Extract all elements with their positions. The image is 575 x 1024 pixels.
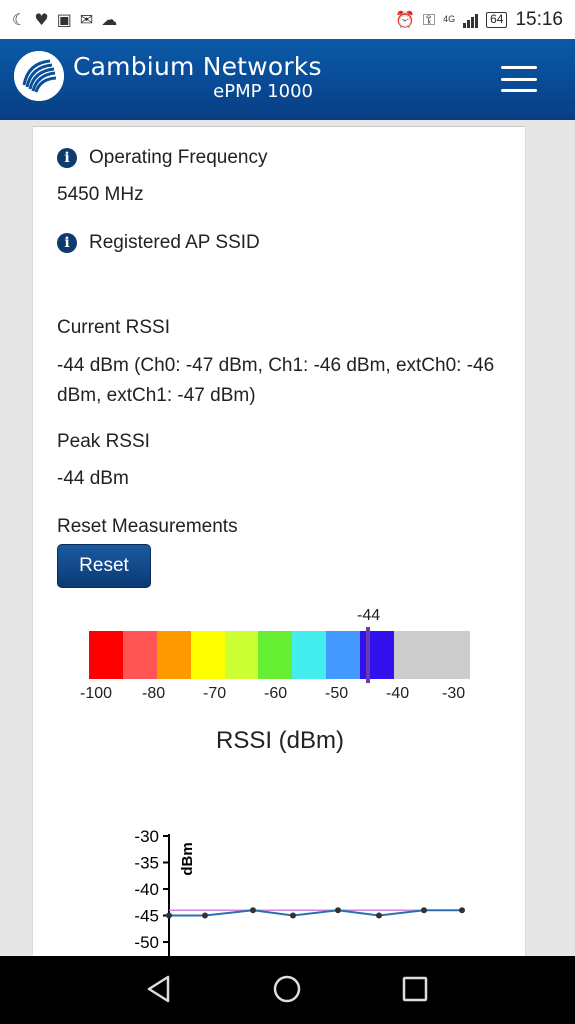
chart-y-tick-label: -35	[134, 854, 159, 873]
android-nav-bar	[0, 956, 575, 1024]
chart-y-axis-label: dBm	[179, 842, 196, 875]
rssi-tick-label: -80	[142, 685, 166, 702]
operating-frequency-label: Operating Frequency	[89, 147, 268, 168]
rssi-meter-segment	[190, 631, 225, 679]
recents-icon[interactable]	[402, 974, 428, 1004]
chart-data-point	[421, 907, 427, 914]
reset-button[interactable]: Reset	[57, 544, 151, 588]
signal-icon	[463, 12, 479, 28]
current-rssi-value: -44 dBm (Ch0: -47 dBm, Ch1: -46 dBm, ext…	[57, 355, 495, 406]
back-icon[interactable]	[146, 974, 172, 1004]
rssi-tick-label: -70	[203, 685, 227, 702]
info-icon[interactable]: i	[57, 233, 77, 253]
brand-name: Cambium Networks	[73, 52, 322, 81]
status-bar: ☾ ♥ ▣ ✉ ☁ ⏰ ⚿ 4G 64 15:16	[0, 0, 575, 39]
chart-y-tick-label: -30	[134, 827, 159, 846]
rssi-tick-label: -100	[80, 685, 113, 702]
chart-data-point	[290, 912, 296, 919]
moon-icon: ☾	[12, 9, 27, 29]
chart-data-point	[250, 907, 256, 914]
mail-icon: ✉	[79, 9, 94, 29]
chart-y-tick-label: -50	[134, 933, 159, 952]
operating-frequency-value: 5450 MHz	[57, 184, 144, 205]
rssi-meter-empty	[393, 631, 470, 679]
device-model: ePMP 1000	[213, 81, 313, 102]
operating-frequency-label-row: i Operating Frequency	[57, 147, 268, 169]
rssi-meter-marker	[366, 627, 370, 683]
hamburger-menu-icon[interactable]	[501, 66, 537, 92]
chart-data-point	[335, 907, 341, 914]
photo-icon: ▣	[56, 9, 72, 29]
clock: 15:16	[515, 8, 563, 30]
rssi-tick-label: -60	[264, 685, 288, 702]
chart-data-point	[376, 912, 382, 919]
key-icon: ⚿	[422, 9, 436, 29]
rssi-meter-segment	[224, 631, 259, 679]
chart-y-tick-label: -40	[134, 880, 159, 899]
cloud-icon: ☁	[101, 9, 118, 29]
rssi-meter-segment	[156, 631, 191, 679]
rssi-meter-segment	[326, 631, 360, 679]
status-right-icons: ⏰ ⚿ 4G 64 15:16	[395, 9, 563, 31]
heart-rate-icon: ♥	[34, 9, 49, 29]
current-rssi-label: Current RSSI	[57, 317, 170, 338]
peak-rssi-label: Peak RSSI	[57, 431, 150, 452]
registered-ap-ssid-label: Registered AP SSID	[89, 232, 260, 253]
rssi-meter-segment	[258, 631, 293, 679]
alarm-icon: ⏰	[394, 9, 415, 29]
chart-data-point	[459, 907, 465, 914]
battery-icon: 64	[486, 11, 508, 28]
rssi-history-chart: -30 -35 -40 -45 -50 dBm	[134, 827, 465, 965]
chart-y-tick-label: -45	[134, 907, 159, 926]
app-header: Cambium Networks ePMP 1000	[0, 39, 575, 120]
info-icon[interactable]: i	[57, 148, 77, 168]
status-card: i Operating Frequency 5450 MHz i Registe…	[32, 126, 526, 966]
chart-data-point	[166, 912, 172, 919]
registered-ap-ssid-label-row: i Registered AP SSID	[57, 232, 260, 254]
chart-data-point	[202, 912, 208, 919]
network-type: 4G	[443, 14, 456, 24]
rssi-meter-segment	[89, 631, 123, 679]
rssi-meter-title: RSSI (dBm)	[215, 727, 344, 754]
home-icon[interactable]	[272, 974, 302, 1004]
status-left-icons: ☾ ♥ ▣ ✉ ☁	[12, 9, 118, 29]
reset-measurements-label: Reset Measurements	[57, 516, 238, 537]
rssi-meter-segment	[292, 631, 327, 679]
rssi-tick-label: -50	[325, 685, 349, 702]
peak-rssi-value: -44 dBm	[57, 468, 129, 489]
rssi-tick-label: -30	[442, 685, 466, 702]
rssi-tick-label: -40	[386, 685, 410, 702]
rssi-meter-segment	[122, 631, 157, 679]
rssi-meter-bar	[89, 631, 470, 679]
rssi-meter-current-value: -44	[357, 607, 381, 624]
cambium-logo	[14, 51, 64, 101]
chart-series-line	[169, 909, 462, 917]
